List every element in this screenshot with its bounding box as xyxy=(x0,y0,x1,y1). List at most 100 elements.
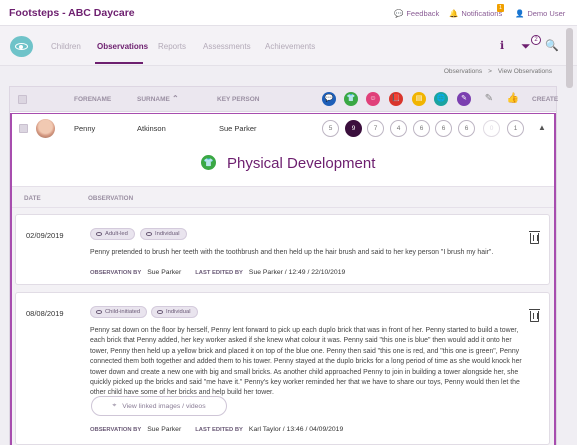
observation-by-label: OBSERVATION BY xyxy=(90,270,142,276)
filter-count-badge: 2 xyxy=(531,35,541,45)
observation-by-value: Sue Parker xyxy=(147,269,182,276)
maths-area-icon[interactable]: ▤ xyxy=(412,92,426,106)
notifications-link[interactable]: 🔔 Notifications 1 xyxy=(449,4,504,18)
page-scrollbar[interactable] xyxy=(566,28,573,88)
breadcrumb-current: View Observations xyxy=(497,68,552,75)
eye-icon xyxy=(96,310,102,314)
create-header[interactable]: CREATE xyxy=(532,96,558,103)
eye-icon xyxy=(15,43,28,50)
observation-card: 08/08/2019 Child-initiated Individual Pe… xyxy=(15,292,550,445)
top-bar: Footsteps - ABC Daycare 💬 Feedback 🔔 Not… xyxy=(0,0,577,26)
app-title: Footsteps - ABC Daycare xyxy=(9,7,135,19)
observation-by-label: OBSERVATION BY xyxy=(90,427,142,433)
bell-icon: 🔔 xyxy=(449,9,459,18)
user-name: Demo User xyxy=(527,9,566,18)
area-title: Physical Development xyxy=(227,155,376,172)
tag-label: Individual xyxy=(155,231,180,237)
select-all-checkbox[interactable] xyxy=(18,95,27,104)
active-tab-indicator xyxy=(95,62,143,64)
physical-development-icon: 👕 xyxy=(201,155,216,170)
last-edited-label: LAST EDITED BY xyxy=(195,270,243,276)
tab-observations[interactable]: Observations xyxy=(97,42,148,51)
count-expressive-arts[interactable]: 6 xyxy=(458,120,475,137)
user-menu[interactable]: 👤 Demo User xyxy=(515,9,565,18)
chat-icon: 💬 xyxy=(394,9,404,18)
view-linked-media-button[interactable]: ⌖ View linked images / videos xyxy=(91,396,227,416)
observation-by-value: Sue Parker xyxy=(147,426,182,433)
observations-header: DATE OBSERVATION xyxy=(12,186,554,208)
linked-button-label: View linked images / videos xyxy=(122,402,206,410)
tab-reports[interactable]: Reports xyxy=(158,42,186,51)
row-checkbox[interactable] xyxy=(19,124,28,133)
tag-badge: Individual xyxy=(140,228,187,240)
count-literacy[interactable]: 4 xyxy=(390,120,407,137)
surname-header[interactable]: SURNAME xyxy=(137,96,170,103)
search-icon[interactable]: 🔍 xyxy=(545,39,559,52)
forename-header[interactable]: FORENAME xyxy=(74,96,111,103)
tab-children[interactable]: Children xyxy=(51,42,81,51)
edit-note-icon[interactable]: ✎ xyxy=(482,92,496,106)
tag-badge: Individual xyxy=(151,306,198,318)
tag-label: Adult-led xyxy=(105,231,128,237)
breadcrumb: Observations > View Observations xyxy=(444,68,552,75)
observations-detail: 👕 Physical Development DATE OBSERVATION … xyxy=(10,144,556,445)
count-likes[interactable]: 1 xyxy=(507,120,524,137)
tag-label: Child-initiated xyxy=(105,309,141,315)
count-psed[interactable]: 7 xyxy=(367,120,384,137)
eye-icon xyxy=(96,232,102,236)
breadcrumb-parent[interactable]: Observations xyxy=(444,68,482,75)
last-edited-value: Sue Parker / 12:49 / 22/10/2019 xyxy=(248,269,346,276)
child-surname: Atkinson xyxy=(137,124,166,133)
count-physical[interactable]: 9 xyxy=(345,120,362,137)
user-icon: 👤 xyxy=(515,9,525,18)
feedback-label: Feedback xyxy=(406,9,440,18)
avatar xyxy=(36,119,55,138)
communication-area-icon[interactable]: 💬 xyxy=(322,92,336,106)
last-edited-label: LAST EDITED BY xyxy=(195,427,243,433)
tab-assessments[interactable]: Assessments xyxy=(203,42,251,51)
psed-area-icon[interactable]: ☺ xyxy=(366,92,380,106)
nav-bar: Children Observations Reports Assessment… xyxy=(0,26,577,66)
observation-text: Penny sat down on the floor by herself, … xyxy=(90,327,522,397)
sort-ascending-icon[interactable]: ⌃ xyxy=(172,94,179,103)
info-icon[interactable]: ℹ xyxy=(500,39,504,52)
physical-area-icon[interactable]: 👕 xyxy=(344,92,358,106)
count-understanding-world[interactable]: 6 xyxy=(435,120,452,137)
expressive-arts-area-icon[interactable]: ✎ xyxy=(457,92,471,106)
observation-meta: OBSERVATION BY Sue Parker LAST EDITED BY Su… xyxy=(90,269,345,276)
observation-header: OBSERVATION xyxy=(88,195,134,202)
area-header: 👕 Physical Development xyxy=(12,144,554,186)
child-key-person: Sue Parker xyxy=(219,124,257,133)
notifications-badge: 1 xyxy=(497,4,504,12)
child-forename: Penny xyxy=(74,124,96,133)
thumbs-up-icon[interactable]: 👍 xyxy=(506,92,520,106)
app-logo[interactable] xyxy=(10,36,33,57)
table-header: FORENAME SURNAME ⌃ KEY PERSON 💬 👕 ☺ 📕 ▤ … xyxy=(10,87,558,112)
child-row[interactable]: Penny Atkinson Sue Parker 5 9 7 4 6 6 6 … xyxy=(10,113,556,144)
observation-card: 02/09/2019 Adult-led Individual Penny pr… xyxy=(15,214,550,285)
feedback-link[interactable]: 💬 Feedback xyxy=(394,9,439,18)
count-maths[interactable]: 6 xyxy=(413,120,430,137)
filter-icon[interactable]: ⏷ xyxy=(521,39,531,54)
observation-meta: OBSERVATION BY Sue Parker LAST EDITED BY Ka… xyxy=(90,426,343,433)
breadcrumb-separator: > xyxy=(488,68,492,75)
tag-badge: Child-initiated xyxy=(90,306,148,318)
count-communication[interactable]: 5 xyxy=(322,120,339,137)
literacy-area-icon[interactable]: 📕 xyxy=(389,92,403,106)
tag-badge: Adult-led xyxy=(90,228,135,240)
observation-text: Penny pretended to brush her teeth with … xyxy=(90,249,494,256)
delete-icon[interactable] xyxy=(529,231,540,244)
tag-label: Individual xyxy=(166,309,191,315)
understanding-world-area-icon[interactable]: 🌐 xyxy=(434,92,448,106)
observation-date: 08/08/2019 xyxy=(26,309,64,318)
observation-date: 02/09/2019 xyxy=(26,231,64,240)
date-header: DATE xyxy=(24,195,41,202)
tab-achievements[interactable]: Achievements xyxy=(265,42,315,51)
eye-icon xyxy=(157,310,163,314)
count-notes[interactable]: 0 xyxy=(483,120,500,137)
last-edited-value: Karl Taylor / 13:46 / 04/09/2019 xyxy=(248,426,344,433)
key-person-header[interactable]: KEY PERSON xyxy=(217,96,260,103)
chevron-up-icon[interactable]: ▲ xyxy=(538,123,546,132)
delete-icon[interactable] xyxy=(529,309,540,322)
eye-icon xyxy=(146,232,152,236)
